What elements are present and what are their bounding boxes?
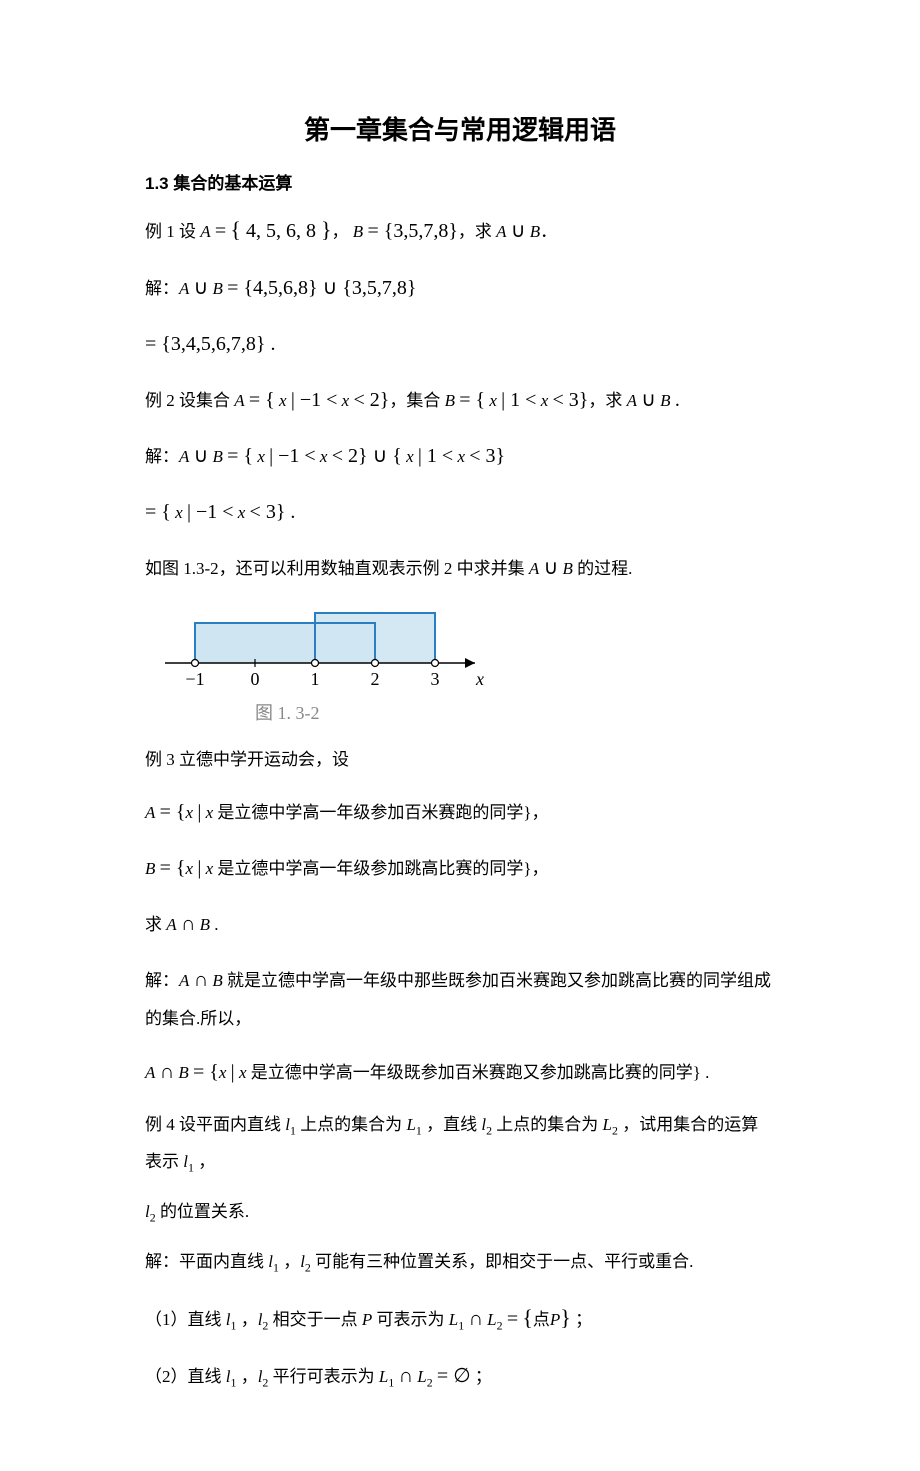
ex2-note-pre: 如图 1.3-2，还可以利用数轴直观表示例 2 中求并集 (145, 559, 529, 578)
ex2-pre: 例 2 设集合 (145, 391, 234, 410)
ex4-c1-pre: （1）直线 (145, 1310, 226, 1329)
ex4-case2: （2）直线 l1 ，l2 平行可表示为 L1 ∩ L2 = ∅ ； (145, 1355, 775, 1397)
ex4-prompt-line2: l2 的位置关系. (145, 1194, 775, 1230)
ex4-c2-pre: （2）直线 (145, 1367, 226, 1386)
ex4-c2-p2: 平行可表示为 (268, 1367, 379, 1386)
tick-neg1: −1 (185, 669, 204, 689)
ex4-c1-p2: 相交于一点 (268, 1310, 362, 1329)
ex1-result: = {3,4,5,6,7,8} . (145, 323, 775, 365)
ex4-p2: 上点的集合为 (296, 1115, 407, 1134)
ex1-sep: ， (332, 222, 353, 241)
ex2-post-text: ，求 (588, 391, 626, 410)
ex3-sol-text: 就是立德中学高一年级中那些既参加百米赛跑又参加跳高比赛的同学组成的集合.所以， (145, 971, 771, 1028)
ex3-ans-text: 是立德中学高一年级既参加百米赛跑又参加跳高比赛的同学} . (246, 1063, 709, 1082)
ex3-ask-pre: 求 (145, 915, 166, 934)
ex4-c1-end: ； (571, 1310, 592, 1329)
ex4-sol-intro: 解：平面内直线 l1 ，l2 可能有三种位置关系，即相交于一点、平行或重合. (145, 1244, 775, 1280)
ex1-setA: A (200, 222, 210, 241)
ex3-setB: B = {x | x 是立德中学高一年级参加跳高比赛的同学}， (145, 847, 775, 889)
ex2-sol-line1: 解：A ∪ B = { x | −1 < x < 2} ∪ { x | 1 < … (145, 435, 775, 477)
ex4-line2-post: 的位置关系. (156, 1202, 250, 1221)
ex2-prompt: 例 2 设集合 A = { x | −1 < x < 2}，集合 B = { x… (145, 379, 775, 421)
x-label: x (475, 669, 484, 689)
ex4-c2-mid: ， (236, 1367, 257, 1386)
ex4-p1: 例 4 设平面内直线 (145, 1115, 285, 1134)
page-title: 第一章集合与常用逻辑用语 (145, 110, 775, 152)
ex3-sol-label: 解： (145, 971, 179, 990)
ex1-result-expr: = {3,4,5,6,7,8} . (145, 333, 275, 355)
ex4-sol-post: 可能有三种位置关系，即相交于一点、平行或重合. (311, 1252, 694, 1271)
ex4-c2-end: ； (471, 1367, 492, 1386)
figure-1-3-2: −1 0 1 2 3 x 图 1. 3-2 (145, 603, 775, 728)
ex2-note-post: 的过程. (573, 559, 633, 578)
section-heading: 1.3 集合的基本运算 (145, 170, 775, 197)
tick-3: 3 (431, 669, 440, 689)
ex4-c1-p3: 可表示为 (372, 1310, 449, 1329)
ex4-p6: ， (194, 1152, 215, 1171)
ex1-post-text: ，求 (458, 222, 496, 241)
ex3-ask: 求 A ∩ B . (145, 903, 775, 945)
ex3-ans: A ∩ B = {x | x 是立德中学高一年级既参加百米赛跑又参加跳高比赛的同… (145, 1051, 775, 1093)
ex3-prompt: 例 3 立德中学开运动会，设 (145, 742, 775, 778)
figure-caption: 图 1. 3-2 (255, 699, 775, 728)
ex2-note: 如图 1.3-2，还可以利用数轴直观表示例 2 中求并集 A ∪ B 的过程. (145, 547, 775, 589)
ex1-period: ． (540, 222, 557, 241)
ex2-mid: ，集合 (389, 391, 444, 410)
tick-2: 2 (371, 669, 380, 689)
ex4-sol-label: 解：平面内直线 (145, 1252, 268, 1271)
ex3-ask-post: . (210, 915, 219, 934)
ex4-c1-mid: ， (236, 1310, 257, 1329)
ex4-prompt-line1: 例 4 设平面内直线 l1 上点的集合为 L1 ，直线 l2 上点的集合为 L2… (145, 1107, 775, 1180)
ex3-setB-text: 是立德中学高一年级参加跳高比赛的同学}， (213, 859, 548, 878)
ex4-sol-mid: ， (279, 1252, 300, 1271)
ex4-p4: 上点的集合为 (492, 1115, 603, 1134)
number-line-svg: −1 0 1 2 3 x (145, 603, 505, 693)
ex1-sol-label: 解： (145, 279, 179, 298)
ex1-pre: 例 1 设 (145, 222, 200, 241)
ex1-prompt: 例 1 设 A = { 4, 5, 6, 8 }， B = {3,5,7,8}，… (145, 207, 775, 253)
tick-1: 1 (311, 669, 320, 689)
ex3-sol: 解：A ∩ B 就是立德中学高一年级中那些既参加百米赛跑又参加跳高比赛的同学组成… (145, 959, 775, 1037)
ex1-sol-line1: 解：A ∪ B = {4,5,6,8} ∪ {3,5,7,8} (145, 267, 775, 309)
tick-0: 0 (251, 669, 260, 689)
ex2-result: = { x | −1 < x < 3} . (145, 491, 775, 533)
ex2-sol-label: 解： (145, 447, 179, 466)
ex3-setA-text: 是立德中学高一年级参加百米赛跑的同学}， (213, 803, 548, 822)
ex3-setA: A = {x | x 是立德中学高一年级参加百米赛跑的同学}， (145, 791, 775, 833)
ex4-p3: ，直线 (422, 1115, 482, 1134)
ex4-c1-pointP: 点 (533, 1310, 550, 1329)
